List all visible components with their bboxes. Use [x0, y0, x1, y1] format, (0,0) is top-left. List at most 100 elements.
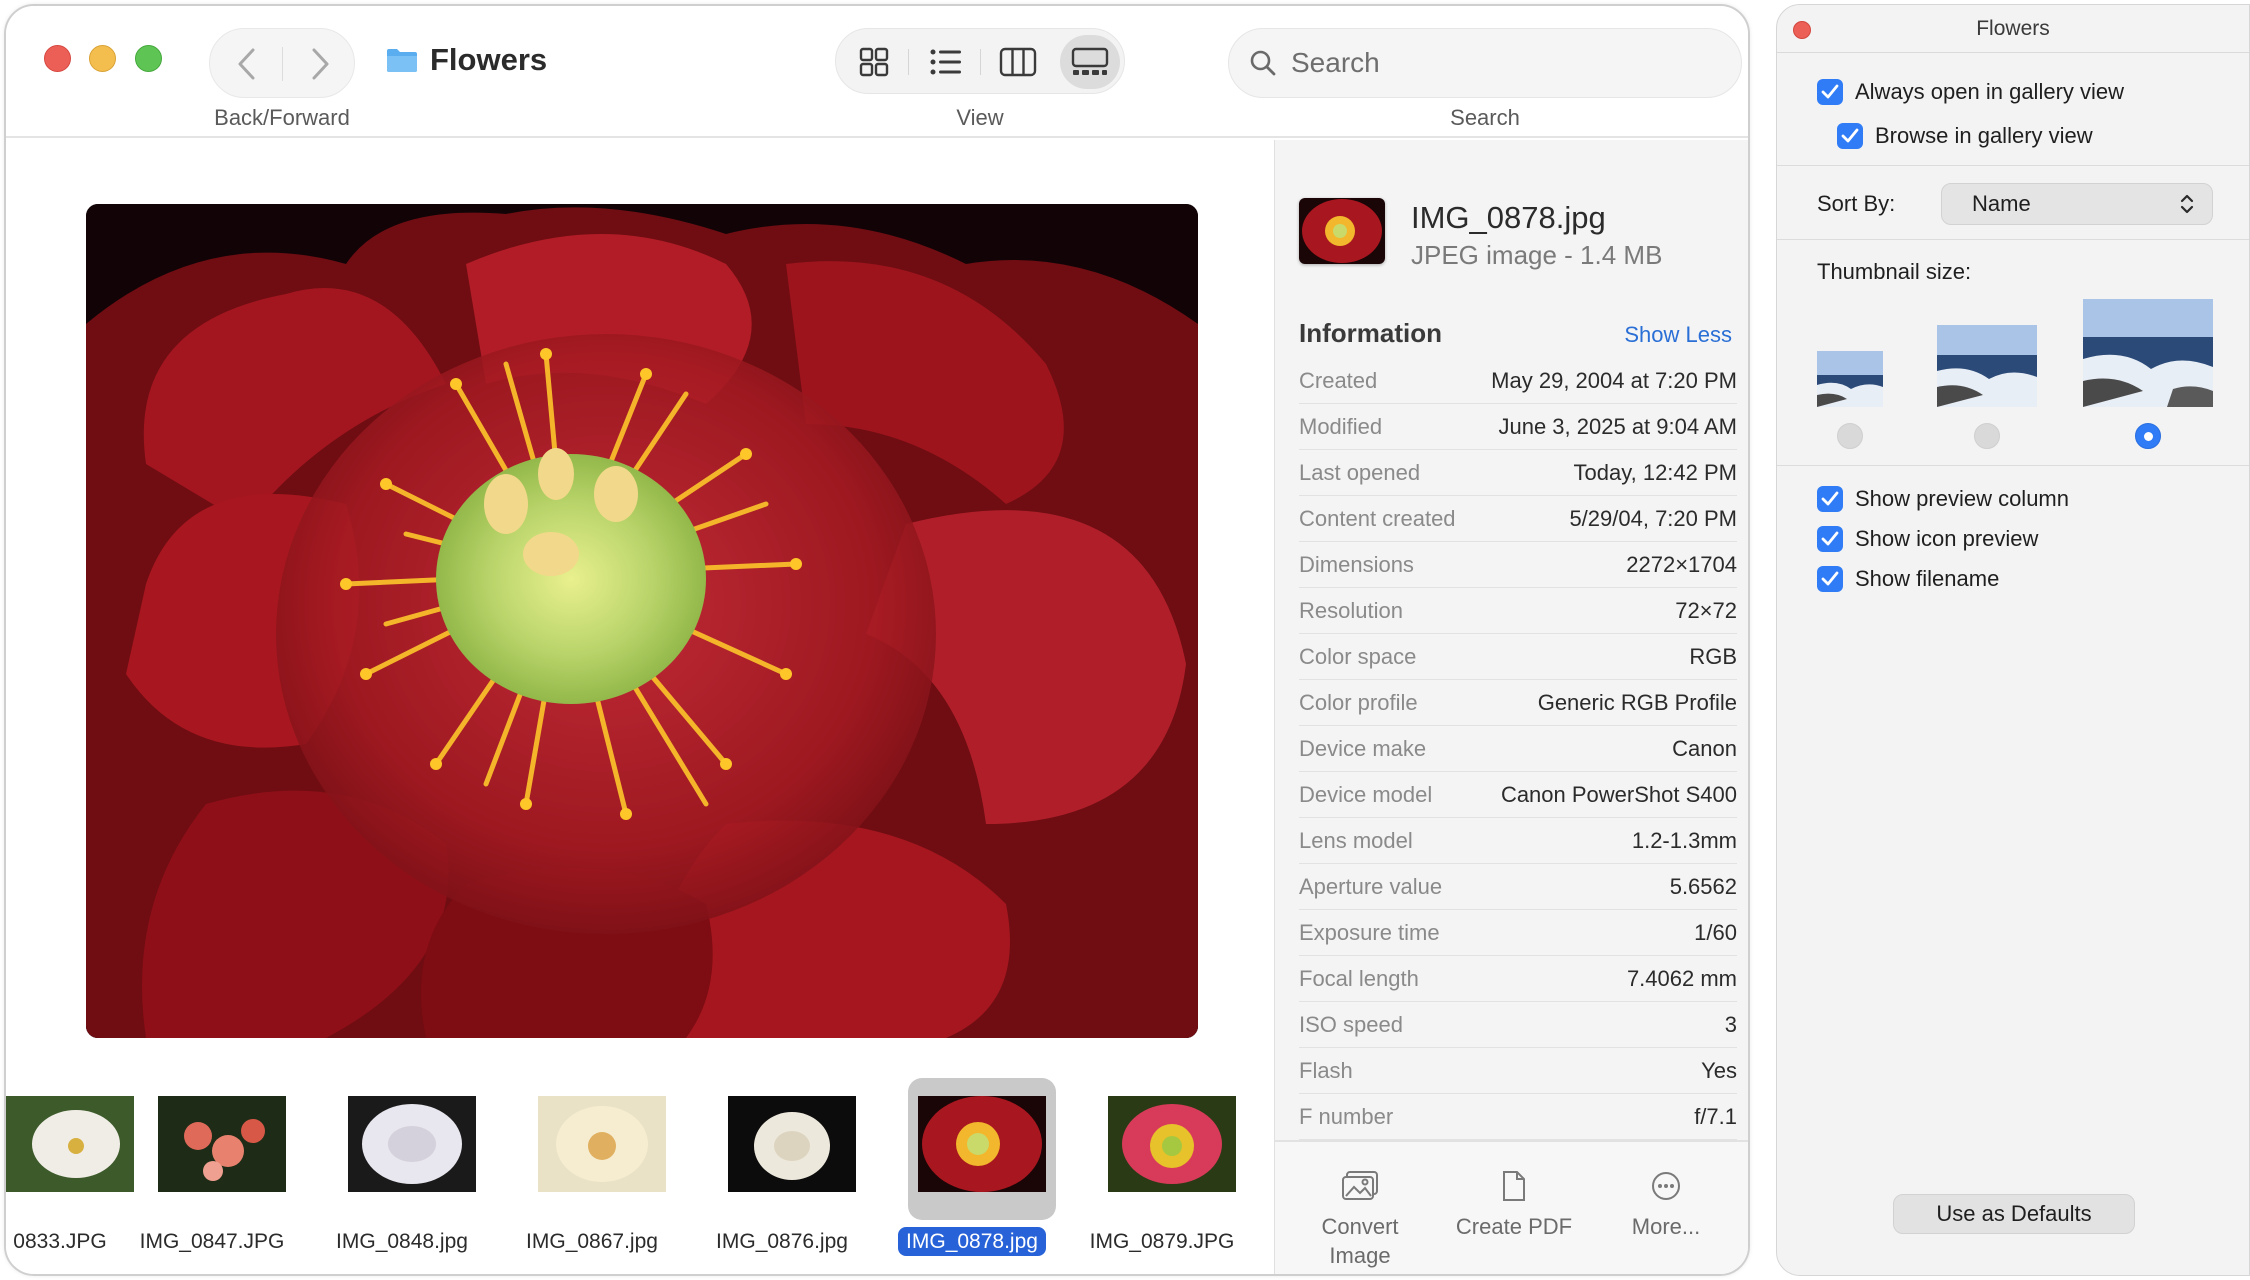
checkbox-checked[interactable] — [1817, 486, 1843, 512]
convert-image-button[interactable]: Convert Image — [1285, 1170, 1435, 1270]
sort-by-value: Name — [1972, 191, 2031, 216]
metadata-key: Modified — [1299, 413, 1383, 439]
thumbnail-size-small-preview — [1817, 351, 1883, 407]
metadata-row: Device make Canon — [1299, 726, 1737, 772]
toolbar: Back/Forward Flowers View Search Search — [6, 6, 1748, 138]
thumbnail-label: IMG_0847.JPG — [139, 1230, 285, 1253]
metadata-key: Focal length — [1299, 965, 1419, 991]
show-filename-checkbox[interactable]: Show filename — [1817, 566, 1999, 592]
sort-by-select[interactable]: Name — [1941, 183, 2213, 225]
search-field[interactable] — [1228, 28, 1742, 98]
thumbnail-size-large-radio[interactable] — [2135, 423, 2161, 449]
thumbnail-item[interactable]: IMG_0847.JPG — [122, 1070, 302, 1274]
close-window-button[interactable] — [44, 45, 71, 72]
gallery-main: 0833.JPG IMG_0847.JPG IMG_0848.jpg IMG_0… — [6, 140, 1274, 1274]
metadata-row: Modified June 3, 2025 at 9:04 AM — [1299, 404, 1737, 450]
metadata-key: Exposure time — [1299, 919, 1440, 945]
checkbox-checked[interactable] — [1817, 526, 1843, 552]
checkbox-checked[interactable] — [1837, 123, 1863, 149]
list-icon — [930, 49, 961, 75]
metadata-key: Content created — [1299, 505, 1456, 531]
thumbnail-image — [348, 1096, 476, 1192]
file-thumbnail — [1299, 198, 1385, 264]
forward-button[interactable] — [283, 29, 356, 99]
thumbnail-label: IMG_0876.jpg — [716, 1230, 848, 1253]
metadata-row: Exposure time 1/60 — [1299, 910, 1737, 956]
search-icon — [1250, 50, 1276, 76]
divider — [1777, 465, 2249, 466]
thumbnail-image — [538, 1096, 666, 1192]
icon-view-button[interactable] — [844, 35, 904, 89]
metadata-key: Color space — [1299, 643, 1417, 669]
view-mode-control — [835, 28, 1125, 94]
thumbnail-size-label: Thumbnail size: — [1817, 259, 1972, 284]
metadata-key: Flash — [1299, 1057, 1353, 1083]
metadata-row: F number f/7.1 — [1299, 1094, 1737, 1140]
thumbnail-image — [158, 1096, 286, 1192]
thumbnail-strip: 0833.JPG IMG_0847.JPG IMG_0848.jpg IMG_0… — [6, 1070, 1274, 1274]
browse-gallery-checkbox[interactable]: Browse in gallery view — [1837, 123, 2093, 149]
thumbnail-item[interactable]: IMG_0848.jpg — [312, 1070, 492, 1274]
preview-info-panel: IMG_0878.jpg JPEG image - 1.4 MB Informa… — [1274, 140, 1748, 1274]
minimize-window-button[interactable] — [89, 45, 116, 72]
metadata-value: June 3, 2025 at 9:04 AM — [1498, 413, 1737, 439]
checkbox-label: Show icon preview — [1855, 526, 2039, 551]
gallery-view-button[interactable] — [1060, 35, 1120, 89]
thumbnail-size-medium-radio[interactable] — [1974, 423, 2000, 449]
metadata-value: 5/29/04, 7:20 PM — [1569, 505, 1737, 531]
show-icon-preview-checkbox[interactable]: Show icon preview — [1817, 526, 2038, 552]
metadata-key: Dimensions — [1299, 551, 1414, 577]
view-options-panel: Flowers Always open in gallery view Brow… — [1776, 4, 2250, 1276]
thumbnail-label: IMG_0878.jpg — [898, 1227, 1046, 1256]
back-button[interactable] — [210, 29, 283, 99]
always-open-gallery-checkbox[interactable]: Always open in gallery view — [1817, 79, 2124, 105]
thumbnail-image — [6, 1096, 134, 1192]
metadata-row: Last opened Today, 12:42 PM — [1299, 450, 1737, 496]
thumbnail-size-small-radio[interactable] — [1837, 423, 1863, 449]
metadata-key: Resolution — [1299, 597, 1403, 623]
list-view-button[interactable] — [916, 35, 976, 89]
updown-chevron-icon — [2180, 194, 2194, 214]
metadata-key: ISO speed — [1299, 1011, 1403, 1037]
zoom-window-button[interactable] — [135, 45, 162, 72]
metadata-value: Canon PowerShot S400 — [1500, 781, 1737, 807]
thumbnail-label: IMG_0879.JPG — [1089, 1230, 1235, 1253]
metadata-value: RGB — [1689, 643, 1737, 669]
convert-image-icon — [1342, 1171, 1378, 1200]
create-pdf-label: Create PDF — [1455, 1214, 1573, 1239]
thumbnail-item-selected[interactable]: IMG_0878.jpg — [882, 1070, 1062, 1274]
show-preview-column-checkbox[interactable]: Show preview column — [1817, 486, 2069, 512]
view-divider — [908, 49, 909, 75]
more-button[interactable]: More... — [1591, 1170, 1741, 1241]
checkbox-label: Show preview column — [1855, 486, 2069, 511]
metadata-row: Content created 5/29/04, 7:20 PM — [1299, 496, 1737, 542]
metadata-value: Generic RGB Profile — [1537, 689, 1737, 715]
checkbox-checked[interactable] — [1817, 79, 1843, 105]
metadata-value: f/7.1 — [1694, 1103, 1737, 1129]
show-less-link[interactable]: Show Less — [1624, 322, 1732, 348]
checkbox-label: Show filename — [1855, 566, 2000, 591]
view-divider — [980, 49, 981, 75]
thumbnail-item[interactable]: IMG_0879.JPG — [1072, 1070, 1252, 1274]
divider — [1777, 239, 2249, 240]
metadata-list: Created May 29, 2004 at 7:20 PM Modified J… — [1299, 358, 1737, 1140]
panel-titlebar: Flowers — [1777, 5, 2249, 53]
metadata-value: May 29, 2004 at 7:20 PM — [1491, 367, 1737, 393]
checkbox-checked[interactable] — [1817, 566, 1843, 592]
quick-actions-bar: Convert Image Create PDF More... — [1275, 1140, 1748, 1274]
checkmark-icon — [1841, 128, 1859, 143]
checkmark-icon — [1821, 84, 1839, 99]
use-as-defaults-button[interactable]: Use as Defaults — [1893, 1194, 2135, 1234]
search-input[interactable] — [1291, 47, 1711, 79]
window-title: Flowers — [386, 42, 547, 78]
thumbnail-item[interactable]: IMG_0876.jpg — [692, 1070, 872, 1274]
thumbnail-item[interactable]: IMG_0867.jpg — [502, 1070, 682, 1274]
metadata-value: 5.6562 — [1669, 873, 1737, 899]
metadata-key: Lens model — [1299, 827, 1413, 853]
create-pdf-button[interactable]: Create PDF — [1439, 1170, 1589, 1241]
thumbnail-label: IMG_0848.jpg — [336, 1230, 468, 1253]
metadata-key: Color profile — [1299, 689, 1418, 715]
thumbnail-size-large-preview — [2083, 299, 2213, 407]
more-label: More... — [1631, 1214, 1701, 1239]
column-view-button[interactable] — [988, 35, 1048, 89]
